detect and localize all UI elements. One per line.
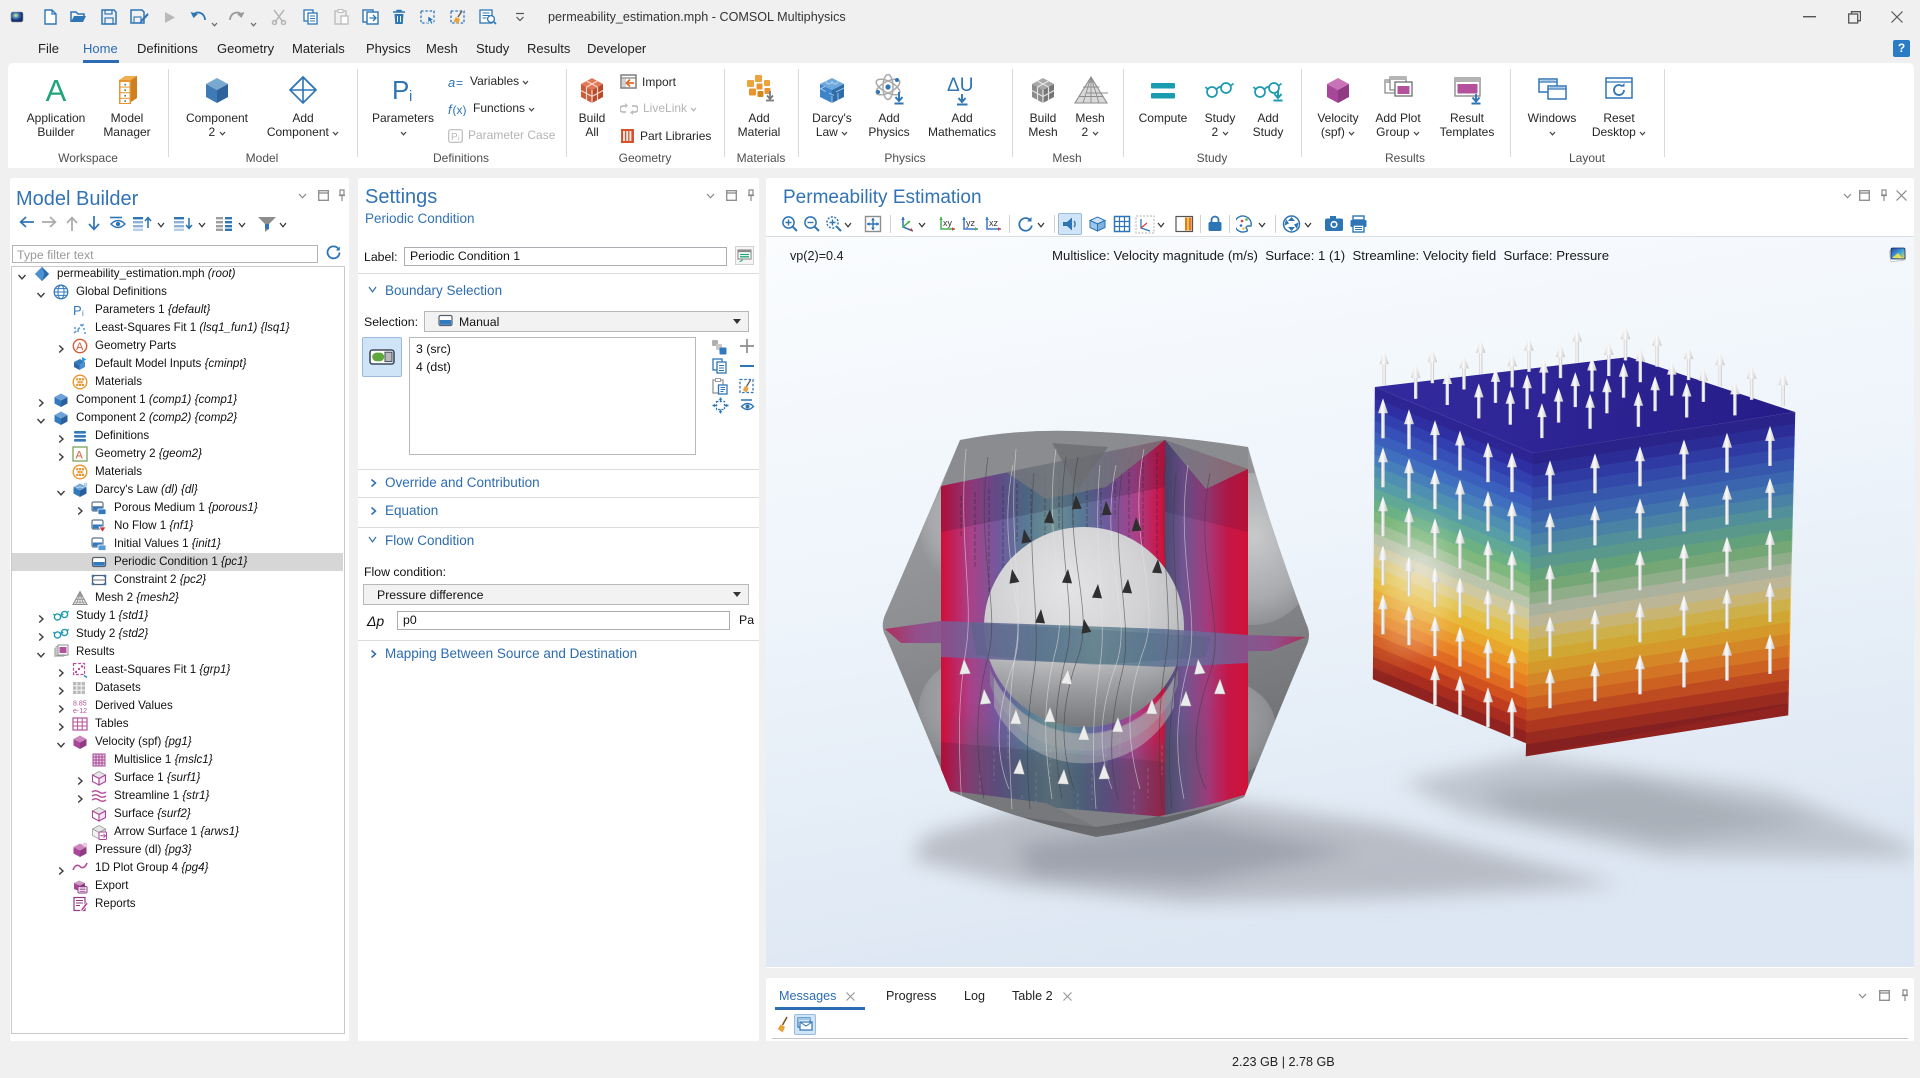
- svg-text:xz: xz: [989, 218, 999, 228]
- svg-text:i: i: [458, 136, 460, 143]
- svg-text:i: i: [409, 88, 412, 105]
- svg-text:P: P: [451, 132, 458, 143]
- svg-text:P: P: [392, 75, 409, 105]
- svg-text:xy: xy: [943, 218, 953, 228]
- svg-text:(x): (x): [453, 103, 467, 116]
- svg-text:yz: yz: [966, 218, 976, 228]
- svg-text:A: A: [46, 74, 67, 106]
- svg-text:ΔU: ΔU: [947, 75, 973, 96]
- svg-text:=: =: [456, 76, 463, 89]
- svg-text:a: a: [448, 76, 455, 89]
